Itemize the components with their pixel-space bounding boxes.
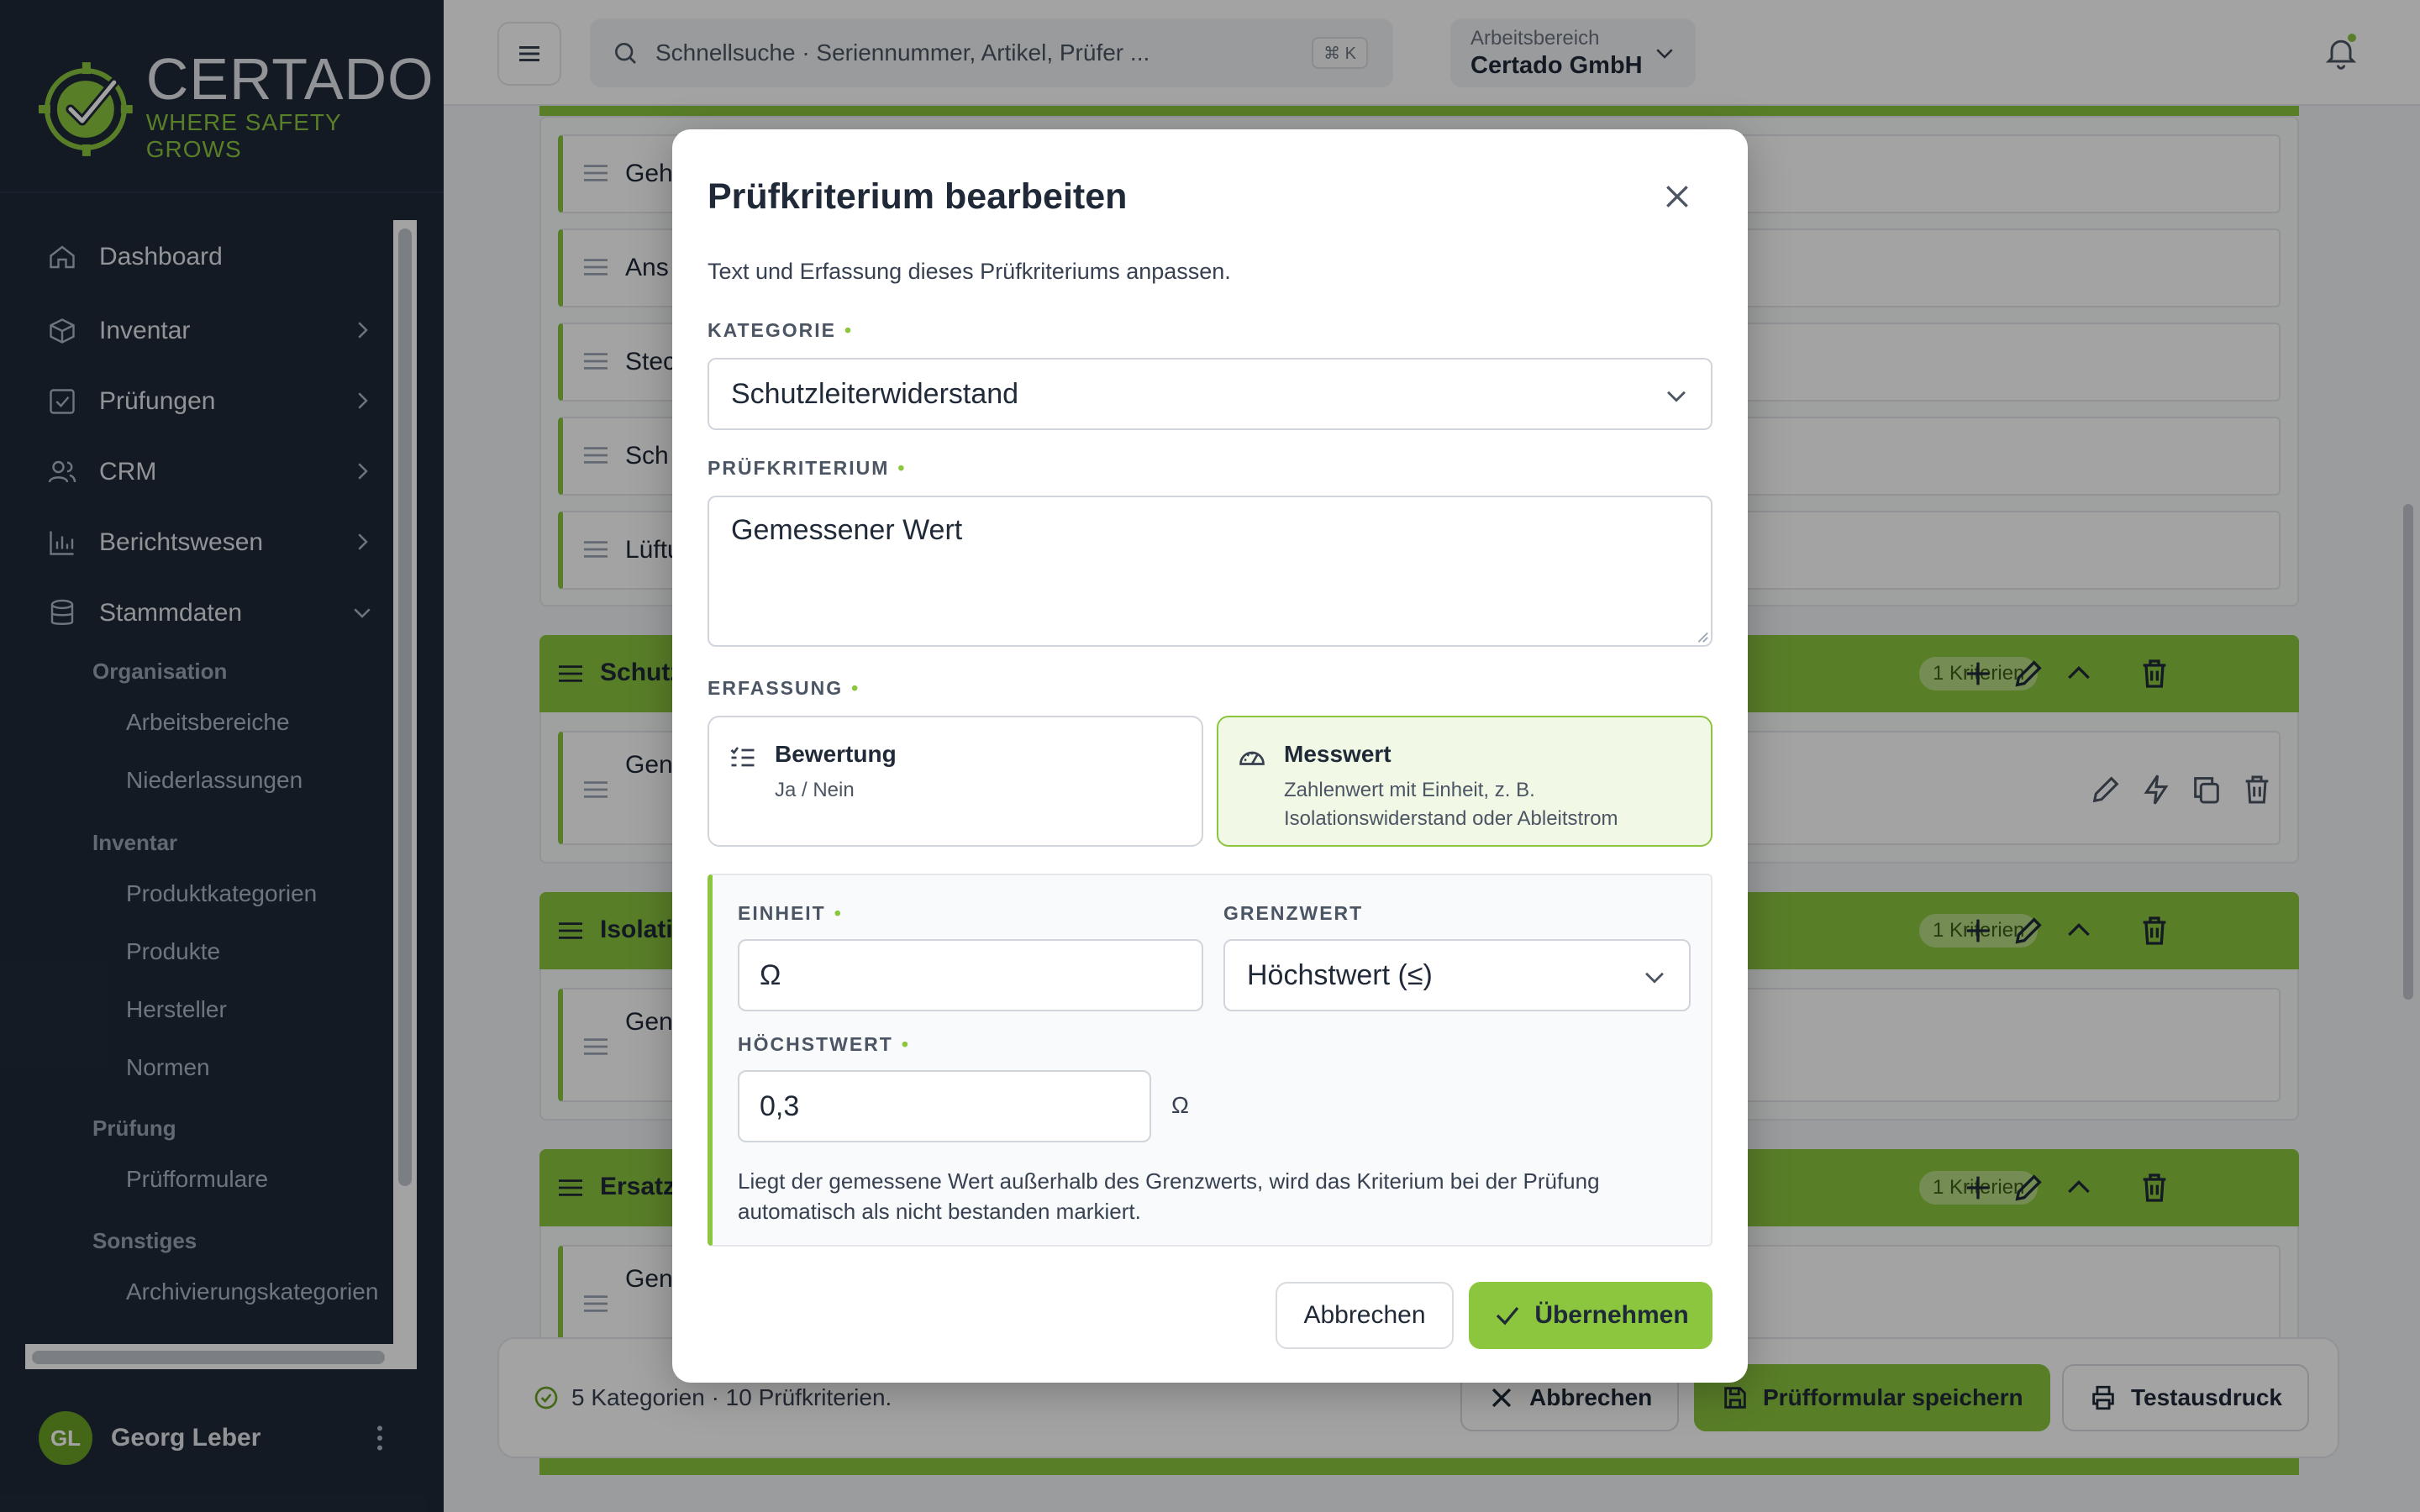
- dialog-title: Prüfkriterium bearbeiten: [708, 176, 1128, 217]
- option-title: Bewertung: [775, 741, 897, 767]
- required-marker: •: [844, 319, 854, 341]
- chevron-down-icon: [1667, 391, 1686, 402]
- category-label-text: KATEGORIE: [708, 319, 837, 341]
- edit-criterion-dialog: Prüfkriterium bearbeiten Text und Erfass…: [672, 129, 1748, 1383]
- max-value-input[interactable]: [738, 1070, 1151, 1142]
- dialog-description: Text und Erfassung dieses Prüfkriteriums…: [708, 259, 1231, 284]
- gauge-icon: [1239, 751, 1265, 765]
- chevron-down-icon: [1645, 972, 1664, 984]
- cancel-button[interactable]: Abbrechen: [1276, 1282, 1454, 1349]
- close-icon[interactable]: [1660, 180, 1694, 213]
- limit-hint: Liegt der gemessene Wert außerhalb des G…: [738, 1168, 1600, 1224]
- capture-field-label: ERFASSUNG •: [708, 677, 860, 700]
- check-icon: [1497, 1306, 1519, 1326]
- category-field-label: KATEGORIE •: [708, 319, 853, 342]
- option-subtitle: Ja / Nein: [775, 779, 855, 801]
- apply-button[interactable]: Übernehmen: [1469, 1282, 1712, 1349]
- max-field-label: HÖCHSTWERT •: [738, 1033, 910, 1056]
- criterion-label-text: PRÜFKRITERIUM: [708, 457, 890, 479]
- list-check-icon: [730, 747, 755, 767]
- resize-handle-icon[interactable]: [1694, 628, 1709, 643]
- capture-option-bewertung[interactable]: Bewertung Ja / Nein: [708, 716, 1203, 847]
- unit-field-label: EINHEIT •: [738, 902, 843, 925]
- required-marker: •: [834, 902, 843, 924]
- max-unit-suffix: Ω: [1171, 1092, 1189, 1118]
- limit-select[interactable]: Höchstwert (≤): [1223, 939, 1691, 1011]
- measurement-settings: EINHEIT • GRENZWERT Höchstwert (≤) HÖCHST…: [708, 874, 1712, 1247]
- required-marker: •: [897, 457, 907, 479]
- category-select-value: Schutzleiterwiderstand: [731, 377, 1019, 410]
- capture-option-messwert[interactable]: Messwert Zahlenwert mit Einheit, z. B. I…: [1217, 716, 1712, 847]
- limit-field-label: GRENZWERT: [1223, 902, 1364, 924]
- criterion-textarea[interactable]: Gemessener Wert: [708, 496, 1712, 647]
- unit-label-text: EINHEIT: [738, 902, 826, 924]
- required-marker: •: [901, 1033, 910, 1055]
- criterion-field-label: PRÜFKRITERIUM •: [708, 457, 906, 480]
- required-marker: •: [851, 677, 860, 699]
- max-label-text: HÖCHSTWERT: [738, 1033, 893, 1055]
- category-select[interactable]: Schutzleiterwiderstand: [708, 358, 1712, 430]
- unit-input[interactable]: [738, 939, 1203, 1011]
- option-title: Messwert: [1284, 741, 1392, 767]
- apply-label: Übernehmen: [1534, 1301, 1689, 1329]
- option-subtitle: Zahlenwert mit Einheit, z. B. Isolations…: [1284, 779, 1618, 830]
- limit-select-value: Höchstwert (≤): [1247, 958, 1433, 991]
- capture-label-text: ERFASSUNG: [708, 677, 844, 699]
